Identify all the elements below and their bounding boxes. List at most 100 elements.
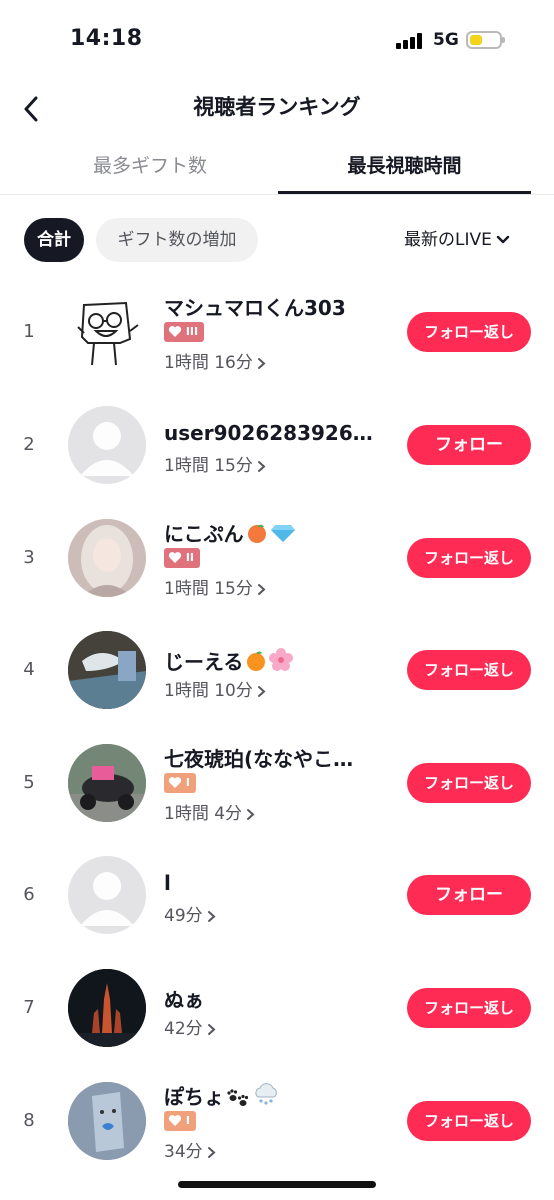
battery-icon xyxy=(466,31,505,49)
follow-button[interactable]: フォロー xyxy=(407,875,531,915)
page-title: 視聴者ランキング xyxy=(193,95,361,119)
rank-number: 3 xyxy=(23,547,35,568)
fan-level-badge: III xyxy=(164,322,205,342)
list-item[interactable]: 1 マシュマロくん303 III 1時間 16分 フォロー返し xyxy=(0,276,554,388)
fan-level-badge: I xyxy=(164,1111,196,1131)
character-photo xyxy=(68,1082,146,1160)
motorcycle-photo xyxy=(68,744,146,822)
viewer-name: user90262839267… xyxy=(164,421,386,445)
heart-icon xyxy=(168,326,182,337)
rank-number: 1 xyxy=(23,321,35,342)
list-item[interactable]: 4 じーえる 1時間 10分 フォロー返し xyxy=(0,614,554,726)
home-indicator[interactable] xyxy=(178,1181,376,1188)
portrait-photo xyxy=(68,519,146,597)
tab-most-gifts[interactable]: 最多ギフト数 xyxy=(24,140,276,194)
doodle-avatar-icon xyxy=(77,301,139,366)
viewer-name: にこぷん xyxy=(164,518,386,547)
rank-number: 7 xyxy=(23,997,35,1018)
badge-level: II xyxy=(185,551,195,564)
avatar[interactable] xyxy=(68,293,146,371)
follow-back-button[interactable]: フォロー返し xyxy=(407,763,531,803)
chevron-right-icon xyxy=(207,910,216,922)
list-item[interactable]: 8 ぽちょ I 34分 フォロー返し xyxy=(0,1065,554,1177)
rank-number: 6 xyxy=(23,884,35,905)
chevron-right-icon xyxy=(207,1146,216,1158)
badge-level: III xyxy=(185,325,199,338)
list-item[interactable]: 5 七夜琥珀(ななやこ… I 1時間 4分 フォロー返し xyxy=(0,727,554,839)
watch-duration[interactable]: 49分 xyxy=(164,901,216,926)
list-item[interactable]: 3 にこぷん II 1時間 15分 フォロー返し xyxy=(0,502,554,614)
rank-number: 8 xyxy=(23,1110,35,1131)
chevron-right-icon xyxy=(247,808,255,820)
watch-duration[interactable]: 1時間 16分 xyxy=(164,348,266,373)
castle-night-photo xyxy=(68,969,146,1047)
chevron-right-icon xyxy=(257,460,266,472)
duration-text: 34分 xyxy=(164,1142,203,1162)
cherry-blossom-icon xyxy=(269,648,294,671)
viewer-name: ぬぁ xyxy=(164,988,204,1012)
fan-level-badge: II xyxy=(164,548,201,568)
filter-total-chip[interactable]: 合計 xyxy=(24,218,84,262)
status-time: 14:18 xyxy=(70,26,143,51)
avatar[interactable] xyxy=(68,631,146,709)
rank-number: 4 xyxy=(23,659,35,680)
tab-longest-watch[interactable]: 最長視聴時間 xyxy=(278,140,531,194)
tab-bar: 最多ギフト数 最長視聴時間 xyxy=(0,140,554,195)
follow-back-button[interactable]: フォロー返し xyxy=(407,312,531,352)
follow-back-button[interactable]: フォロー返し xyxy=(407,538,531,578)
duration-text: 49分 xyxy=(164,906,203,926)
chevron-right-icon xyxy=(257,583,266,595)
duration-text: 1時間 15分 xyxy=(164,456,253,476)
heart-icon xyxy=(168,552,182,563)
avatar[interactable] xyxy=(68,519,146,597)
watch-duration[interactable]: 34分 xyxy=(164,1137,216,1162)
watch-duration[interactable]: 1時間 4分 xyxy=(164,799,255,824)
dolphin-photo xyxy=(68,631,146,709)
chevron-right-icon xyxy=(257,685,266,697)
snow-cloud-icon xyxy=(255,1083,277,1105)
chevron-right-icon xyxy=(257,357,266,369)
watch-duration[interactable]: 1時間 10分 xyxy=(164,676,266,701)
status-bar: 14:18 5G xyxy=(0,0,554,80)
orange-icon xyxy=(247,651,266,671)
watch-duration[interactable]: 1時間 15分 xyxy=(164,451,266,476)
follow-back-button[interactable]: フォロー返し xyxy=(407,1101,531,1141)
heart-icon xyxy=(168,777,182,788)
watch-duration[interactable]: 42分 xyxy=(164,1014,216,1039)
badge-level: I xyxy=(185,1114,190,1127)
badge-level: I xyxy=(185,776,190,789)
viewer-name: ぽちょ xyxy=(164,1081,386,1110)
duration-text: 42分 xyxy=(164,1019,203,1039)
heart-icon xyxy=(168,1115,182,1126)
rank-number: 5 xyxy=(23,772,35,793)
duration-text: 1時間 4分 xyxy=(164,804,243,824)
follow-back-button[interactable]: フォロー返し xyxy=(407,650,531,690)
watch-duration[interactable]: 1時間 15分 xyxy=(164,574,266,599)
filter-gift-increase-chip[interactable]: ギフト数の増加 xyxy=(96,218,258,262)
avatar[interactable] xyxy=(68,969,146,1047)
tab-active-indicator xyxy=(278,191,531,194)
default-user-icon xyxy=(80,872,134,926)
fan-level-badge: I xyxy=(164,773,196,793)
diamond-icon xyxy=(270,525,295,542)
list-item[interactable]: 7 ぬぁ 42分 フォロー返し xyxy=(0,952,554,1064)
viewer-name: じーえる xyxy=(164,646,386,675)
list-item[interactable]: 6 l 49分 フォロー xyxy=(0,839,554,951)
signal-icon xyxy=(396,33,426,49)
list-item[interactable]: 2 user90262839267… 1時間 15分 フォロー xyxy=(0,389,554,501)
avatar[interactable] xyxy=(68,406,146,484)
avatar[interactable] xyxy=(68,856,146,934)
duration-text: 1時間 16分 xyxy=(164,353,253,373)
viewer-name: マシュマロくん303 xyxy=(164,296,346,320)
chevron-right-icon xyxy=(207,1023,216,1035)
follow-button[interactable]: フォロー xyxy=(407,425,531,465)
avatar[interactable] xyxy=(68,744,146,822)
viewer-name-text: ぽちょ xyxy=(164,1085,224,1109)
viewer-name-text: じーえる xyxy=(164,650,244,674)
follow-back-button[interactable]: フォロー返し xyxy=(407,988,531,1028)
avatar[interactable] xyxy=(68,1082,146,1160)
network-label: 5G xyxy=(433,30,459,50)
live-select-dropdown[interactable]: 最新のLIVE xyxy=(404,222,510,258)
paw-prints-icon xyxy=(227,1089,249,1106)
chevron-down-icon xyxy=(496,235,510,244)
